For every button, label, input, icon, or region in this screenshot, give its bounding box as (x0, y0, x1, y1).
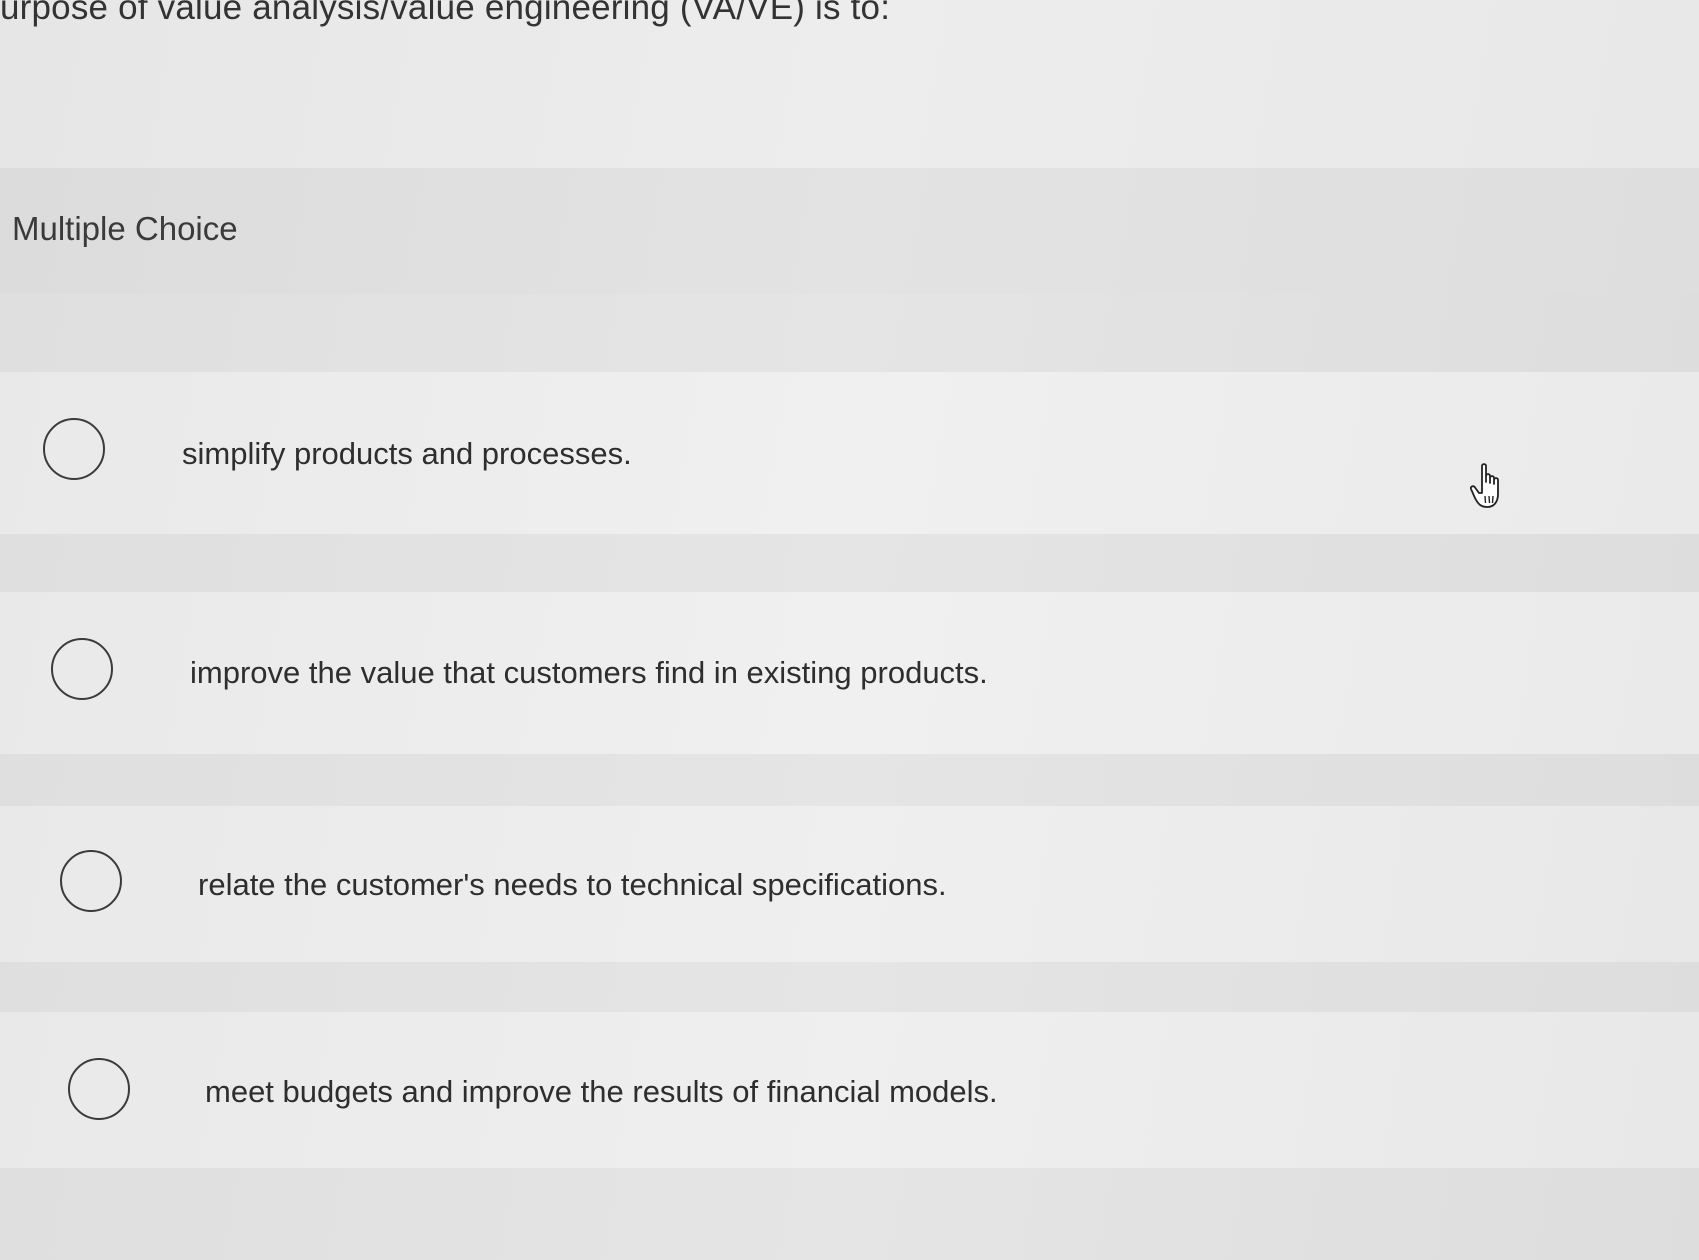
quiz-page: urpose of value analysis/value engineeri… (0, 0, 1699, 1260)
section-label: Multiple Choice (12, 210, 238, 247)
divider-band (0, 1168, 1699, 1260)
option-3-label[interactable]: relate the customer's needs to technical… (198, 867, 947, 903)
divider-band (0, 754, 1699, 806)
option-1-radio[interactable] (43, 418, 105, 480)
option-3-radio[interactable] (60, 850, 122, 912)
option-1-label[interactable]: simplify products and processes. (182, 436, 632, 472)
option-2-label[interactable]: improve the value that customers find in… (190, 655, 988, 691)
section-band (0, 168, 1699, 294)
hand-pointer-icon (1470, 463, 1499, 508)
option-2-radio[interactable] (51, 638, 113, 700)
divider-band (0, 534, 1699, 592)
divider-band (0, 294, 1699, 372)
divider-band (0, 962, 1699, 1012)
question-text: urpose of value analysis/value engineeri… (0, 0, 891, 27)
option-4-radio[interactable] (68, 1058, 130, 1120)
option-4-label[interactable]: meet budgets and improve the results of … (205, 1074, 998, 1110)
